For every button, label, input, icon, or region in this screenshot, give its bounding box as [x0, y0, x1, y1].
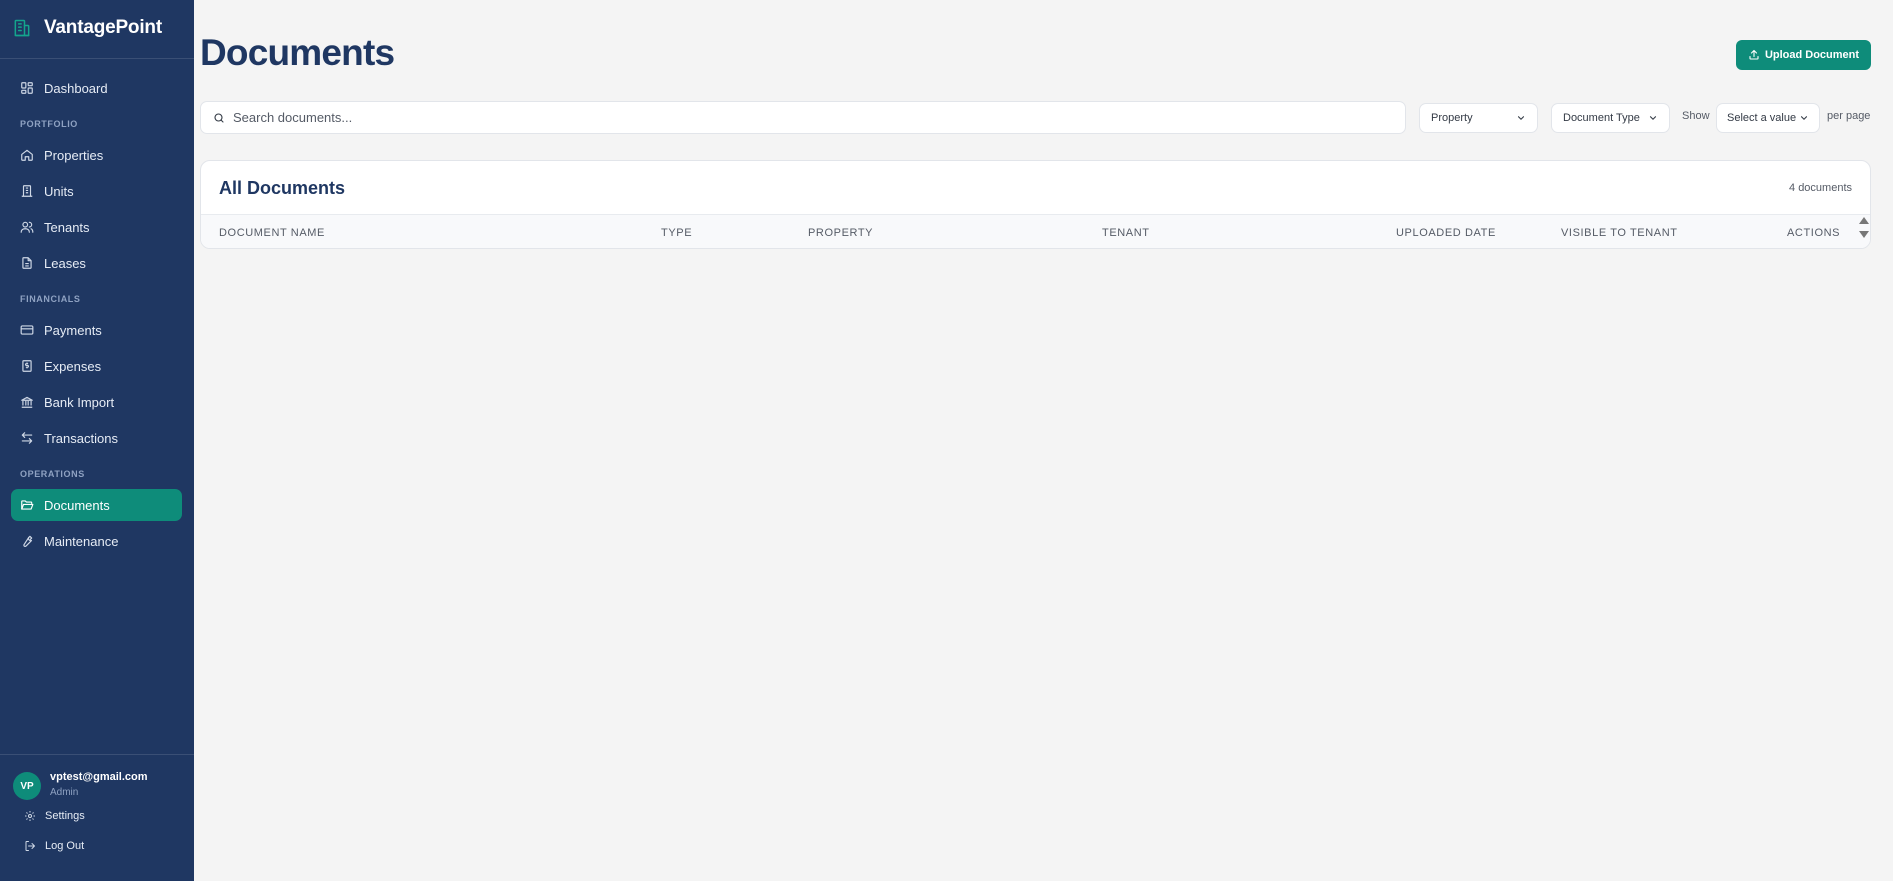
users-icon — [20, 221, 34, 233]
sidebar-item-label: Properties — [44, 147, 104, 163]
document-type-filter-label: Document Type — [1563, 112, 1640, 124]
card-title: All Documents — [219, 178, 346, 198]
logout-icon — [25, 841, 35, 851]
sidebar-item-label: Dashboard — [44, 80, 108, 96]
sidebar-item-dashboard[interactable]: Dashboard — [11, 72, 182, 104]
chevron-down-icon — [1800, 116, 1808, 120]
brand[interactable]: VantagePoint — [10, 14, 162, 42]
sidebar-item-tenants[interactable]: Tenants — [11, 211, 182, 243]
section-label-portfolio: PORTFOLIO — [20, 119, 78, 129]
property-filter-select[interactable]: Property — [1419, 103, 1538, 133]
sidebar-item-label: Transactions — [44, 430, 118, 446]
sidebar-item-label: Leases — [44, 255, 86, 271]
upload-icon — [1749, 49, 1759, 60]
arrows-exchange-icon — [21, 432, 33, 444]
dashboard-icon — [21, 82, 33, 94]
search-box — [200, 101, 1406, 134]
avatar[interactable]: VP — [13, 772, 41, 800]
sidebar-item-label: Tenants — [44, 219, 90, 235]
document-count: 4 documents — [1789, 182, 1852, 194]
folder-open-icon — [21, 500, 34, 510]
document-type-filter-select[interactable]: Document Type — [1551, 103, 1670, 133]
sidebar-item-label: Documents — [44, 497, 110, 513]
bank-icon — [21, 396, 33, 408]
user-email: vptest@gmail.com — [50, 771, 148, 783]
column-header-type[interactable]: TYPE — [661, 227, 692, 239]
sidebar-item-payments[interactable]: Payments — [11, 314, 182, 346]
sidebar-item-leases[interactable]: Leases — [11, 247, 182, 279]
chevron-down-icon — [1517, 116, 1525, 120]
home-icon — [21, 149, 33, 161]
sidebar-item-label: Maintenance — [44, 533, 119, 549]
upload-document-button[interactable]: Upload Document — [1736, 40, 1871, 70]
sidebar-item-label: Units — [44, 183, 74, 199]
column-header-property[interactable]: PROPERTY — [808, 227, 873, 239]
settings-link[interactable]: Settings — [24, 810, 85, 822]
sidebar-item-bank-import[interactable]: Bank Import — [11, 386, 182, 418]
per-page-label: per page — [1827, 110, 1871, 122]
credit-card-icon — [20, 325, 34, 335]
divider — [0, 58, 194, 59]
brand-name: VantagePoint — [44, 17, 162, 38]
scroll-down-icon[interactable] — [1859, 231, 1869, 238]
documents-card: All Documents 4 documents DOCUMENT NAME … — [200, 160, 1871, 249]
sidebar-item-label: Expenses — [44, 358, 102, 374]
sidebar: VantagePoint Dashboard PORTFOLIO Propert… — [0, 0, 194, 881]
column-header-tenant[interactable]: TENANT — [1102, 227, 1150, 239]
search-input[interactable] — [233, 110, 1383, 125]
sidebar-item-expenses[interactable]: Expenses — [11, 350, 182, 382]
column-header-document-name[interactable]: DOCUMENT NAME — [219, 227, 325, 239]
show-label: Show — [1682, 110, 1710, 122]
receipt-icon — [22, 360, 32, 372]
sidebar-item-units[interactable]: Units — [11, 175, 182, 207]
page-title: Documents — [200, 32, 395, 73]
chevron-down-icon — [1649, 116, 1657, 120]
sidebar-item-label: Bank Import — [44, 394, 115, 410]
gear-icon — [25, 811, 35, 821]
building-columns-icon — [21, 185, 33, 197]
file-text-icon — [22, 257, 32, 269]
user-role: Admin — [50, 787, 79, 798]
sidebar-item-transactions[interactable]: Transactions — [11, 422, 182, 454]
table-scrollbar[interactable] — [1859, 217, 1869, 238]
section-label-financials: FINANCIALS — [20, 294, 81, 304]
logout-link[interactable]: Log Out — [24, 840, 84, 852]
building-icon — [10, 16, 34, 40]
divider — [0, 754, 194, 755]
upload-document-label: Upload Document — [1764, 49, 1860, 61]
sidebar-item-maintenance[interactable]: Maintenance — [11, 525, 182, 557]
column-header-actions: ACTIONS — [1787, 227, 1841, 239]
settings-label: Settings — [45, 810, 85, 822]
sidebar-item-properties[interactable]: Properties — [11, 139, 182, 171]
scroll-up-icon[interactable] — [1859, 217, 1869, 224]
table-header: DOCUMENT NAME TYPE PROPERTY TENANT UPLOA… — [201, 214, 1870, 248]
logout-label: Log Out — [45, 840, 85, 852]
per-page-placeholder: Select a value — [1727, 112, 1797, 124]
column-header-uploaded-date[interactable]: UPLOADED DATE — [1396, 227, 1496, 239]
wrench-icon — [23, 535, 33, 547]
search-icon — [214, 112, 224, 123]
section-label-operations: OPERATIONS — [20, 469, 85, 479]
per-page-select[interactable]: Select a value — [1716, 103, 1820, 133]
column-header-visible-to-tenant[interactable]: VISIBLE TO TENANT — [1561, 227, 1678, 239]
property-filter-label: Property — [1431, 112, 1473, 124]
sidebar-item-label: Payments — [44, 322, 102, 338]
sidebar-item-documents[interactable]: Documents — [11, 489, 182, 521]
